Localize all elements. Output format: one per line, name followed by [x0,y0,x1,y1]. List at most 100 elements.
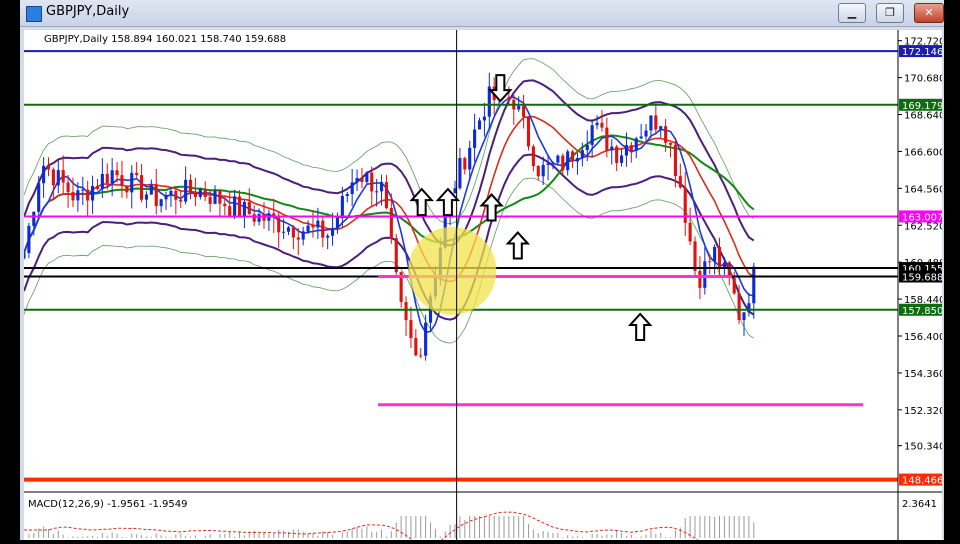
candle-body [468,147,472,170]
candle-body [517,106,521,110]
candle-body [708,261,712,263]
candle-body [546,163,550,165]
candle-body [409,320,413,339]
candle-body [629,145,633,151]
candle-body [218,190,222,204]
candle-body [693,241,697,271]
candle-body [404,302,408,321]
candle-body [335,217,340,229]
macd-subwindow [24,511,755,544]
price-tick-label: 168.640 [904,111,942,122]
candle-body [634,138,638,151]
candle-body [198,188,202,197]
candle-body [154,184,158,207]
candle-body [365,172,369,183]
level-label: 172.146 [902,47,942,58]
candle-body [86,189,90,201]
candle-body [326,235,330,238]
candle-body [282,231,286,233]
price-tick-label: 156.400 [904,332,942,343]
candle-body [732,277,736,294]
candle-body [698,270,702,288]
candle-body [193,192,197,197]
price-tick-label: 154.360 [904,369,942,380]
candle-body [51,169,55,186]
maximize-button[interactable]: ❐ [876,3,904,23]
candle-body [473,129,477,148]
candle-body [619,155,624,163]
candle-body [659,126,663,130]
price-tick-label: 172.720 [904,37,942,48]
price-tick-label: 170.680 [904,74,942,85]
candle-body [600,122,604,128]
candle-body [277,217,281,233]
candle-body [184,179,188,202]
level-label: 159.688 [902,273,942,284]
candle-body [355,177,359,183]
candle-body [664,126,668,143]
candle-body [575,158,580,162]
candle-body [130,172,134,193]
candle-body [56,170,60,186]
candle-body [213,190,217,204]
ma-blue [23,96,754,334]
candle-body [316,220,320,228]
price-chart[interactable]: 172.146169.179163.007160.155159.688157.8… [22,30,945,544]
candle-body [370,172,374,192]
candle-body [668,142,673,145]
ma-red [23,115,755,283]
candle-body [164,194,168,200]
candle-body [482,116,486,121]
candle-body [76,190,80,201]
candle-body [42,165,46,184]
candle-body [208,196,212,204]
candle-body [66,182,70,193]
candle-body [360,177,364,183]
candle-body [115,170,119,176]
candle-body [688,222,692,242]
candle-body [703,261,707,288]
candle-body [649,115,653,131]
candle-body [713,247,717,262]
candle-body [585,144,589,151]
candle-body [331,228,335,236]
candle-body [477,120,482,130]
annotation-layer [408,30,653,540]
candle-body [389,207,393,239]
candle-body [95,185,100,189]
candle-body [291,227,295,238]
candle-body [742,312,746,321]
candle-body [46,165,51,170]
window-title: GBPJPY,Daily [46,4,130,19]
candle-body [556,155,560,163]
candle-body [683,187,687,223]
close-button[interactable]: ✕ [914,3,944,23]
price-tick-label: 164.560 [904,184,942,195]
candle-body [571,151,575,162]
price-tick-label: 166.600 [904,147,942,158]
chart-area[interactable]: 172.146 169.179 163.007 160.155 159.688 157.8… [22,30,945,544]
candle-body [375,191,379,193]
arrow-up-icon [505,231,531,260]
candle-body [311,225,315,228]
candle-body [306,225,310,232]
candle-body [233,196,237,216]
candle-body [149,184,153,195]
candle-body [350,182,354,194]
candle-body [747,303,751,313]
candle-body [590,125,594,145]
macd-tick-label: 2.3641 [902,499,937,510]
candle-body [81,189,85,191]
candle-body [722,262,726,268]
minimize-button[interactable]: ▁ [838,3,866,23]
arrow-up-icon [409,187,434,217]
symbol-info: GBPJPY,Daily 158.894 160.021 158.740 159… [44,34,286,45]
candle-body [615,146,619,163]
chart-window-icon [26,6,42,22]
candle-body [654,115,658,130]
title-bar[interactable]: GBPJPY,Daily ▁ ❐ ✕ [20,0,944,27]
candle-body [453,188,457,194]
candle-body [252,214,256,222]
outer-band-upper [23,58,755,225]
candle-body [752,266,756,304]
